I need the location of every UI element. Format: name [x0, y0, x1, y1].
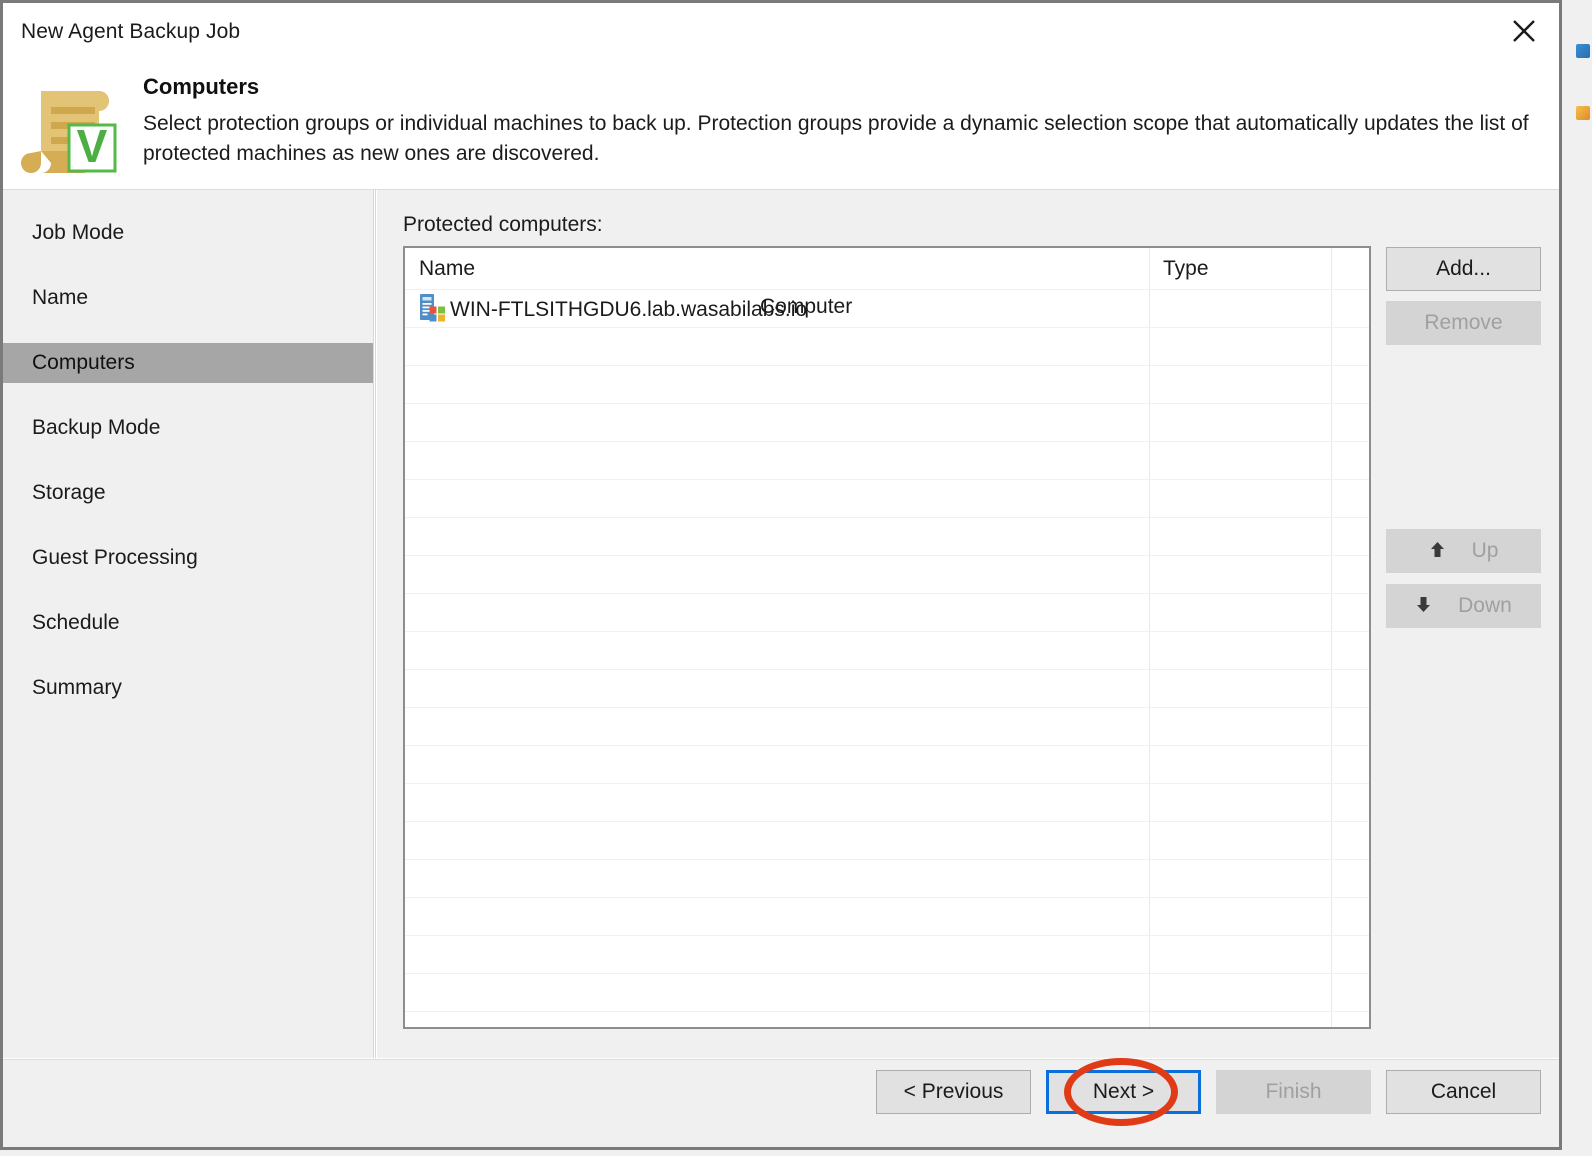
sidebar-item-label: Computers — [32, 351, 135, 374]
next-button[interactable]: Next > — [1046, 1070, 1201, 1114]
table-grid-line — [405, 859, 1369, 860]
finish-button-label: Finish — [1265, 1080, 1322, 1103]
sidebar-item-storage[interactable]: Storage — [3, 473, 376, 513]
move-down-button-label: Down — [1458, 594, 1512, 617]
table-grid-line — [405, 517, 1369, 518]
protected-computers-label: Protected computers: — [403, 213, 603, 236]
sidebar-divider — [373, 190, 376, 1058]
dialog-footer: < Previous Next > Finish Cancel — [3, 1059, 1559, 1147]
table-grid-line — [405, 1011, 1369, 1012]
sidebar-item-label: Name — [32, 286, 89, 309]
next-button-label: Next > — [1092, 1080, 1155, 1103]
sidebar-item-schedule[interactable]: Schedule — [3, 603, 376, 643]
table-grid-line — [405, 555, 1369, 556]
table-grid-line — [405, 707, 1369, 708]
sidebar-item-label: Job Mode — [32, 221, 125, 244]
sidebar-item-label: Storage — [32, 481, 106, 504]
cancel-button[interactable]: Cancel — [1386, 1070, 1541, 1114]
column-header-name[interactable]: Name — [419, 257, 475, 281]
arrow-up-icon — [1429, 541, 1446, 562]
background-app-icon-2 — [1576, 106, 1590, 120]
move-up-button-label: Up — [1471, 539, 1499, 562]
table-grid-line — [405, 935, 1369, 936]
table-grid-line — [405, 593, 1369, 594]
page-description: Select protection groups or individual m… — [143, 112, 1529, 165]
main-content: Protected computers: Name Type WIN-FTLSI… — [377, 190, 1559, 1058]
table-grid-line — [405, 403, 1369, 404]
table-grid-line — [405, 821, 1369, 822]
arrow-down-icon — [1415, 596, 1432, 617]
table-grid-line — [405, 631, 1369, 632]
cancel-button-label: Cancel — [1430, 1080, 1497, 1103]
scroll-veeam-badge-icon: V — [21, 77, 127, 177]
table-header-row: Name Type — [405, 248, 1369, 289]
table-grid-line — [405, 441, 1369, 442]
sidebar-item-name[interactable]: Name — [3, 278, 376, 318]
move-down-button: Down — [1386, 584, 1541, 628]
finish-button: Finish — [1216, 1070, 1371, 1114]
remove-button-label: Remove — [1424, 311, 1503, 334]
protected-computers-table[interactable]: Name Type WIN-FTLSITHGDU6.lab.wasabilabs… — [403, 246, 1371, 1029]
sidebar-item-backup-mode[interactable]: Backup Mode — [3, 408, 376, 448]
sidebar-item-summary[interactable]: Summary — [3, 668, 376, 708]
previous-button-label: < Previous — [903, 1080, 1004, 1103]
new-agent-backup-job-dialog: New Agent Backup Job V Computers Select … — [0, 0, 1562, 1150]
table-row[interactable]: WIN-FTLSITHGDU6.lab.wasabilabs.io Comput… — [405, 289, 1369, 327]
column-header-type[interactable]: Type — [1163, 257, 1209, 281]
computer-name-text: WIN-FTLSITHGDU6.lab.wasabilabs.io — [450, 298, 808, 321]
table-grid-line — [405, 365, 1369, 366]
sidebar-item-job-mode[interactable]: Job Mode — [3, 213, 376, 253]
cell-computer-type: Computer — [760, 295, 853, 318]
table-grid-line — [405, 783, 1369, 784]
sidebar-item-label: Summary — [32, 676, 122, 699]
table-grid-line — [405, 973, 1369, 974]
table-grid-line — [405, 897, 1369, 898]
dialog-header: V Computers Select protection groups or … — [3, 65, 1559, 189]
sidebar-item-label: Guest Processing — [32, 546, 198, 569]
table-header-divider — [405, 289, 1369, 290]
previous-button[interactable]: < Previous — [876, 1070, 1031, 1114]
add-button-label: Add... — [1436, 257, 1491, 280]
table-grid-line — [405, 479, 1369, 480]
server-windows-icon — [419, 292, 447, 328]
remove-button: Remove — [1386, 301, 1541, 345]
table-grid-line — [405, 745, 1369, 746]
close-icon — [1511, 18, 1537, 44]
window-title: New Agent Backup Job — [21, 20, 241, 43]
page-title: Computers — [143, 74, 260, 99]
background-app-icon-1 — [1576, 44, 1590, 58]
dialog-titlebar: New Agent Backup Job — [3, 3, 1559, 65]
move-up-button: Up — [1386, 529, 1541, 573]
wizard-step-sidebar: Job Mode Name Computers Backup Mode Stor… — [3, 190, 376, 1058]
sidebar-item-computers[interactable]: Computers — [3, 343, 376, 383]
footer-divider — [3, 1059, 1559, 1060]
sidebar-item-label: Schedule — [32, 611, 120, 634]
close-button[interactable] — [1493, 3, 1555, 59]
sidebar-item-label: Backup Mode — [32, 416, 161, 439]
table-grid-line — [405, 669, 1369, 670]
svg-text:V: V — [77, 120, 108, 172]
add-button[interactable]: Add... — [1386, 247, 1541, 291]
cell-computer-name: WIN-FTLSITHGDU6.lab.wasabilabs.io — [419, 292, 807, 328]
sidebar-item-guest-processing[interactable]: Guest Processing — [3, 538, 376, 578]
